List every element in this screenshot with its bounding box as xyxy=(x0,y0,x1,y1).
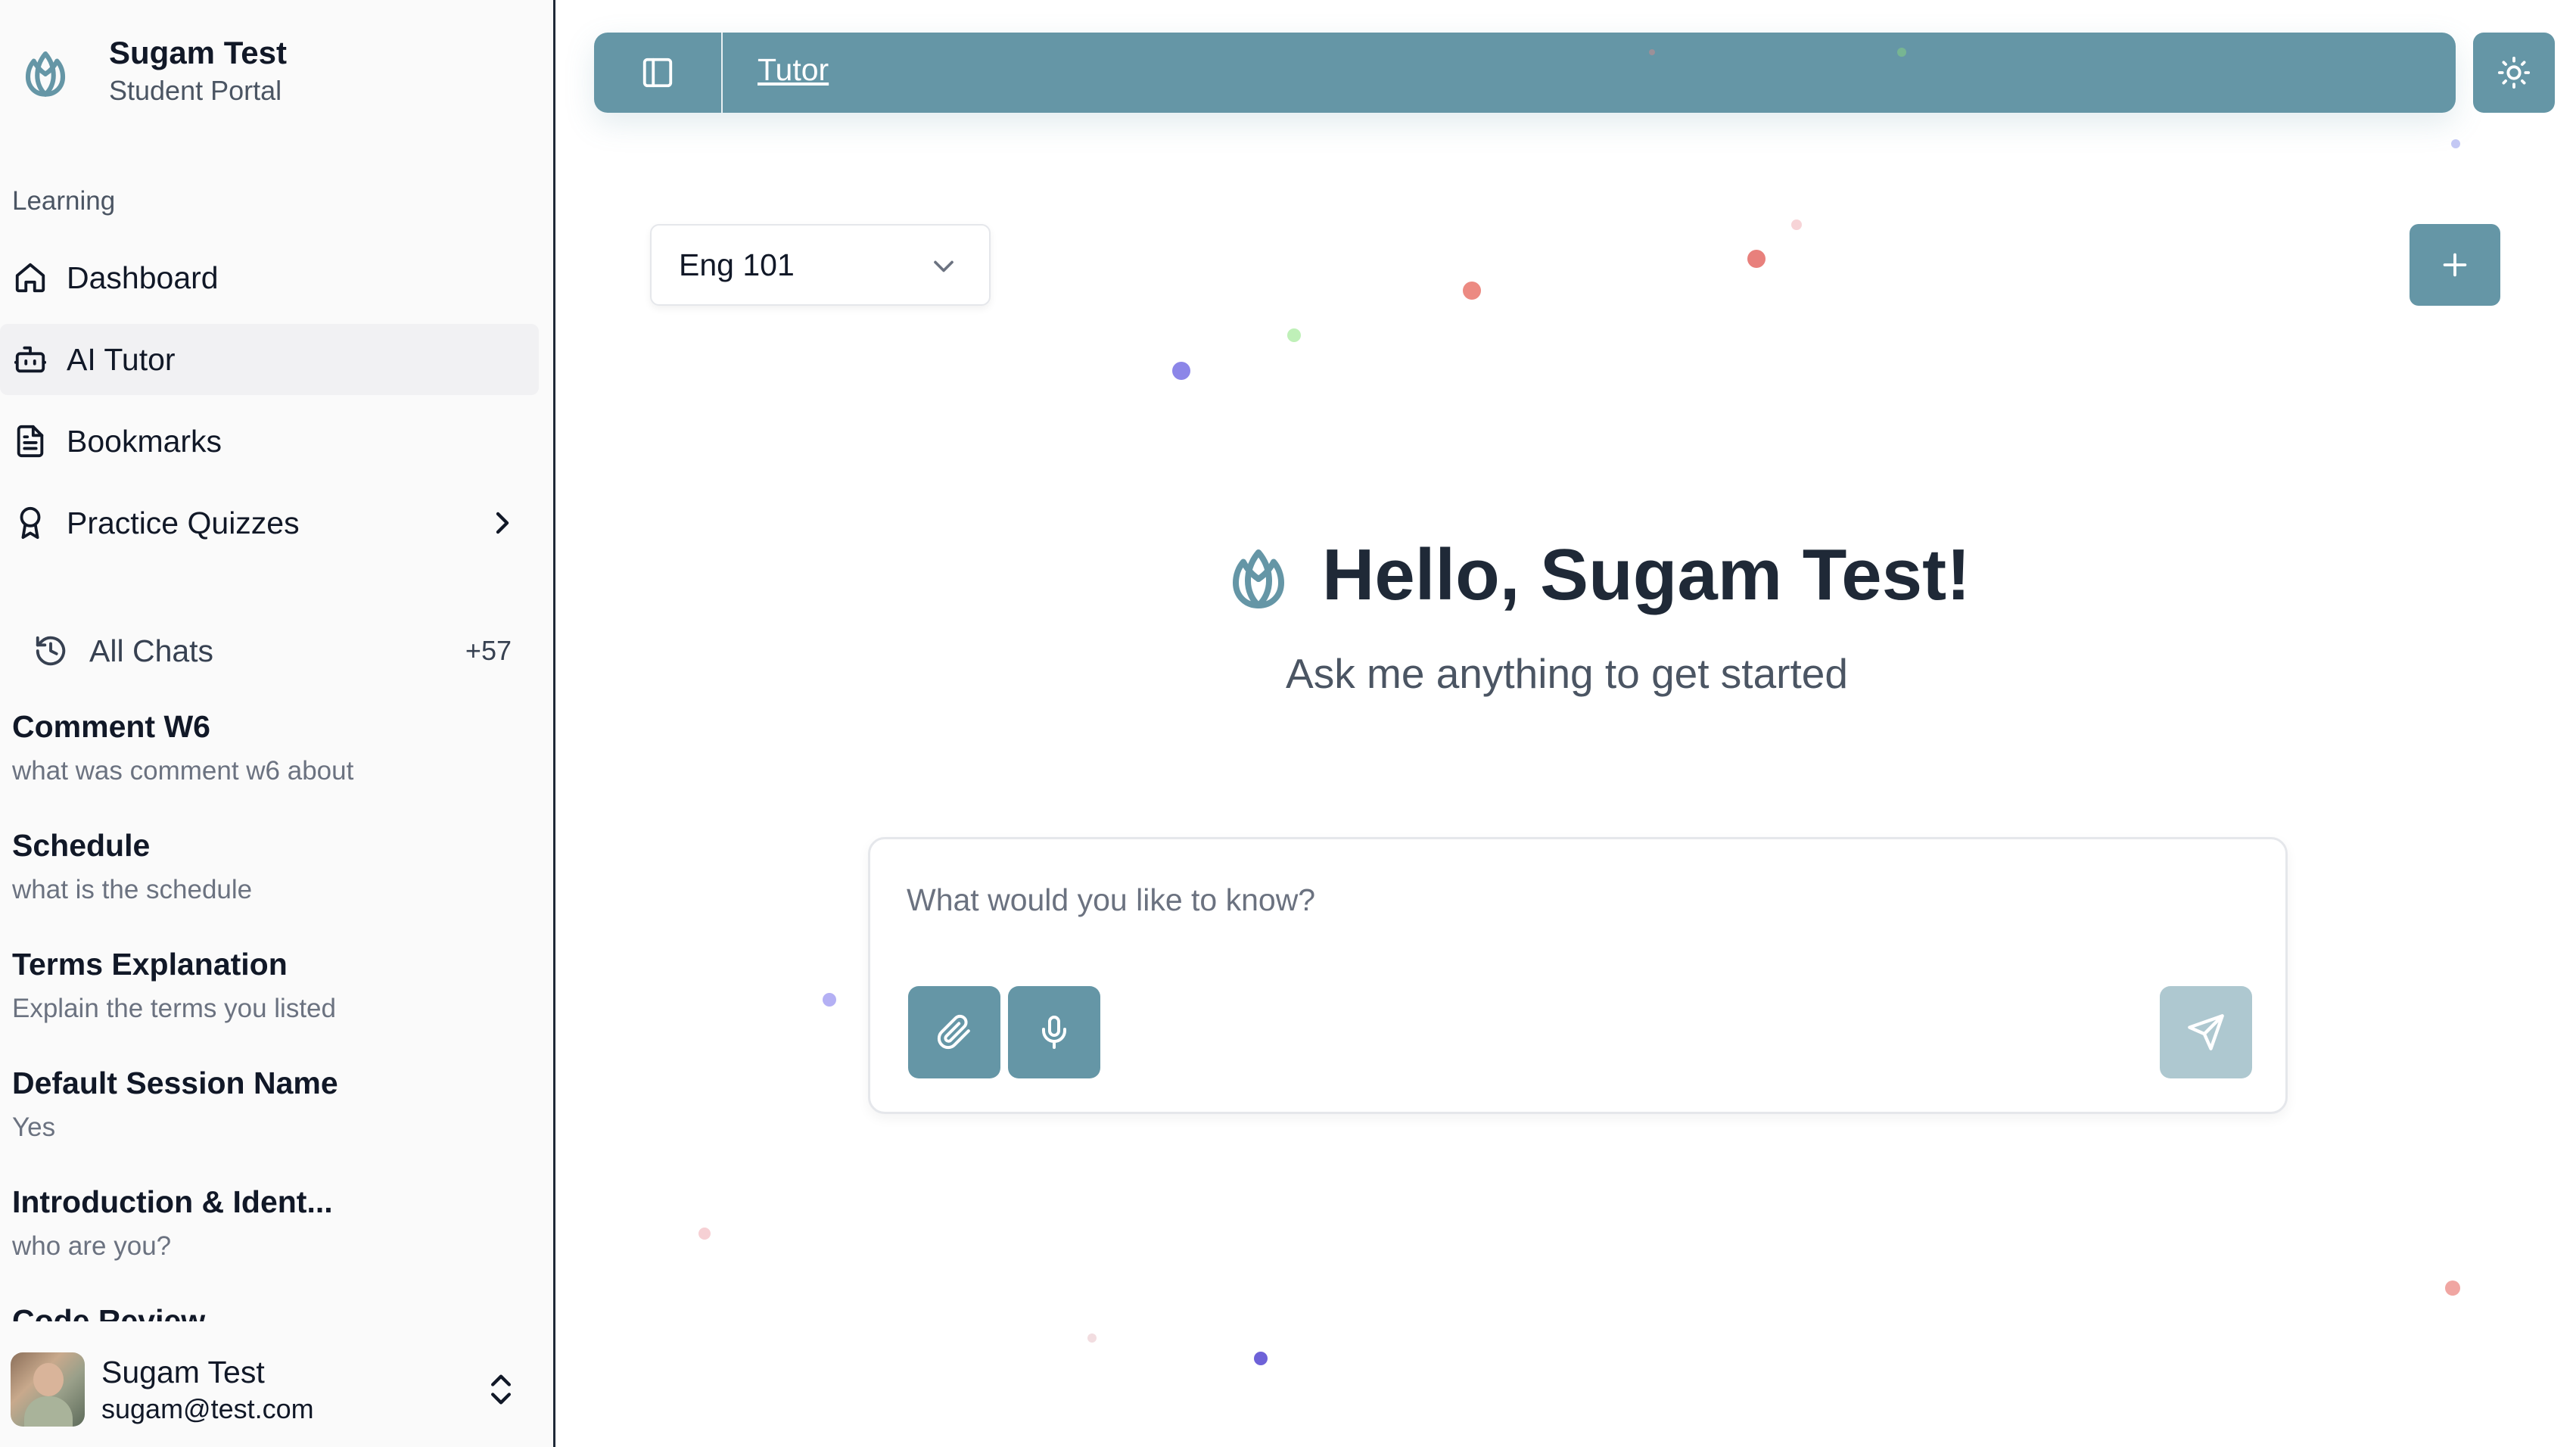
confetti-dot xyxy=(1287,328,1301,342)
app-root: Sugam Test Student Portal Learning Dashb… xyxy=(0,0,2576,1447)
chat-item[interactable]: Code Review xyxy=(0,1298,539,1321)
user-email: sugam@test.com xyxy=(101,1393,314,1424)
history-icon xyxy=(36,636,66,666)
file-text-icon xyxy=(12,423,48,459)
plus-icon xyxy=(2443,253,2467,277)
chat-title: Schedule xyxy=(12,828,151,863)
confetti-dot xyxy=(1649,49,1655,55)
confetti-dot xyxy=(2445,1281,2460,1296)
sidebar-item-label: AI Tutor xyxy=(67,341,176,377)
paperclip-icon xyxy=(937,1014,970,1050)
sidebar-item-label: Dashboard xyxy=(67,260,219,295)
sidebar-nav: Dashboard AI Tutor Bookmarks Practice Qu… xyxy=(0,242,539,569)
welcome-heading: Hello, Sugam Test! xyxy=(1213,530,1971,621)
send-button[interactable] xyxy=(2160,986,2252,1078)
lotus-logo-icon xyxy=(25,51,66,97)
avatar xyxy=(11,1352,85,1427)
chat-preview: what is the schedule xyxy=(12,875,253,904)
theme-toggle-button[interactable] xyxy=(2473,33,2555,113)
chat-preview: Yes xyxy=(12,1112,56,1142)
brand: Sugam Test Student Portal xyxy=(11,33,287,109)
confetti-dot xyxy=(823,993,836,1007)
course-select-value: Eng 101 xyxy=(679,247,795,282)
chat-preview: who are you? xyxy=(12,1231,172,1261)
chevrons-up-down-icon xyxy=(491,1374,511,1405)
confetti-dot xyxy=(1463,282,1481,300)
all-chats-header[interactable]: All Chats +57 xyxy=(33,627,518,675)
sidebar-item-label: Bookmarks xyxy=(67,423,222,459)
chat-preview: Explain the terms you listed xyxy=(12,994,336,1023)
new-chat-button[interactable] xyxy=(2410,224,2500,306)
chat-title: Comment W6 xyxy=(12,709,210,744)
hero-title: Hello, Sugam Test! xyxy=(1322,534,1971,615)
user-name: Sugam Test xyxy=(101,1355,265,1389)
all-chats-count: +57 xyxy=(465,635,512,666)
message-input[interactable] xyxy=(907,877,2117,923)
confetti-dot xyxy=(1747,250,1766,268)
confetti-dot xyxy=(1791,219,1802,230)
user-menu[interactable]: Sugam Test sugam@test.com xyxy=(0,1332,539,1447)
sidebar-item-dashboard[interactable]: Dashboard xyxy=(0,242,539,313)
send-icon xyxy=(2188,1014,2224,1050)
main-content: Tutor Eng 101 Hello, Sugam Test! Ask me … xyxy=(558,0,2576,1447)
confetti-dot xyxy=(698,1228,711,1240)
breadcrumb-tutor-link[interactable]: Tutor xyxy=(758,52,829,88)
attach-button[interactable] xyxy=(908,986,1000,1078)
hero-subtitle: Ask me anything to get started xyxy=(1286,650,1848,697)
confetti-dot xyxy=(1172,362,1190,380)
chat-history-list: Comment W6 what was comment w6 about Sch… xyxy=(0,704,539,1321)
sidebar-toggle-button[interactable] xyxy=(594,33,723,113)
all-chats-label: All Chats xyxy=(89,633,214,668)
chat-title: Code Review xyxy=(12,1303,206,1321)
sidebar-item-label: Practice Quizzes xyxy=(67,505,300,540)
chat-item[interactable]: Terms Explanation Explain the terms you … xyxy=(0,941,539,1060)
course-select[interactable]: Eng 101 xyxy=(650,224,991,306)
chat-item[interactable]: Introduction & Ident... who are you? xyxy=(0,1179,539,1298)
sidebar-item-ai-tutor[interactable]: AI Tutor xyxy=(0,324,539,395)
confetti-dot xyxy=(1087,1333,1097,1343)
chat-item[interactable]: Schedule what is the schedule xyxy=(0,823,539,941)
confetti-dot xyxy=(1254,1352,1268,1365)
home-icon xyxy=(12,260,48,296)
chat-item[interactable]: Default Session Name Yes xyxy=(0,1060,539,1179)
chat-composer xyxy=(868,837,2288,1114)
brand-subtitle: Student Portal xyxy=(109,75,282,106)
brand-name: Sugam Test xyxy=(109,35,287,70)
chat-preview: what was comment w6 about xyxy=(12,756,354,786)
chevron-right-icon[interactable] xyxy=(484,505,521,541)
lotus-logo-icon xyxy=(1233,549,1284,608)
confetti-dot xyxy=(1897,48,1906,57)
sidebar-item-practice-quizzes[interactable]: Practice Quizzes xyxy=(0,487,539,559)
section-label-learning: Learning xyxy=(12,186,116,216)
sun-icon xyxy=(2497,56,2531,89)
chevron-down-icon xyxy=(934,260,954,272)
confetti-dot xyxy=(2451,139,2460,148)
voice-input-button[interactable] xyxy=(1008,986,1100,1078)
sidebar-item-bookmarks[interactable]: Bookmarks xyxy=(0,406,539,477)
sidebar: Sugam Test Student Portal Learning Dashb… xyxy=(0,0,555,1447)
panel-left-icon xyxy=(642,58,673,88)
chat-item[interactable]: Comment W6 what was comment w6 about xyxy=(0,704,539,823)
microphone-icon xyxy=(1042,1016,1066,1049)
bot-icon xyxy=(12,341,48,378)
award-icon xyxy=(12,505,48,541)
chat-title: Introduction & Ident... xyxy=(12,1184,333,1219)
top-bar: Tutor xyxy=(594,33,2456,113)
chat-title: Terms Explanation xyxy=(12,947,288,982)
chat-title: Default Session Name xyxy=(12,1066,338,1100)
